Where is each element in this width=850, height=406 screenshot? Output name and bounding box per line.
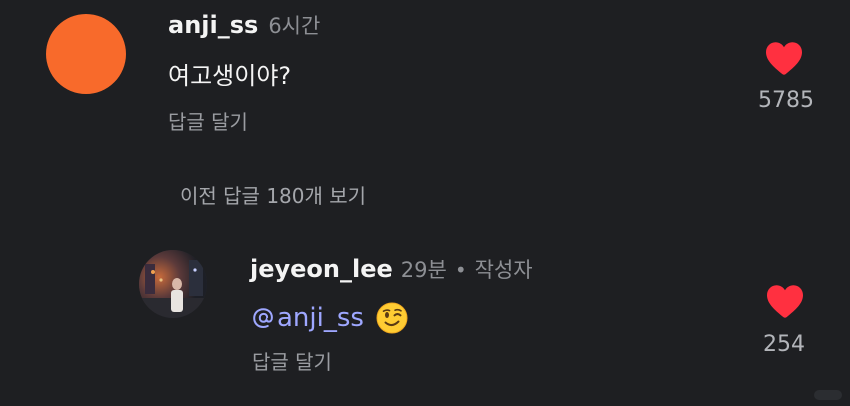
heart-icon[interactable] — [765, 283, 805, 319]
separator-dot: • — [454, 258, 467, 282]
author-badge: 작성자 — [474, 258, 533, 282]
threads-at-icon — [253, 308, 273, 328]
watermark — [814, 390, 842, 400]
view-previous-replies-button[interactable]: 이전 답글 180개 보기 — [180, 180, 366, 209]
avatar[interactable] — [139, 250, 207, 318]
comment-header: anji_ss 6시간 — [168, 10, 320, 40]
comment-timestamp: 6시간 — [268, 14, 321, 38]
reply-header: jeyeon_lee 29분 • 작성자 — [250, 254, 533, 284]
heart-icon[interactable] — [764, 40, 804, 76]
mention-username: anji_ss — [277, 303, 364, 333]
like-count: 254 — [763, 332, 805, 357]
comment-text: 여고생이야? — [168, 62, 292, 90]
reply-button[interactable]: 답글 달기 — [168, 106, 248, 135]
mention-link[interactable]: anji_ss — [252, 303, 364, 333]
reply-username[interactable]: jeyeon_lee — [250, 255, 393, 283]
like-count: 5785 — [758, 88, 814, 113]
comment-username[interactable]: anji_ss — [168, 11, 258, 39]
reply-text: anji_ss — [252, 302, 408, 334]
comments-thread: anji_ss 6시간 여고생이야? 답글 달기 5785 이전 답글 180개… — [0, 0, 850, 406]
winking-face-emoji-icon — [376, 302, 408, 334]
reply-button[interactable]: 답글 달기 — [252, 346, 332, 375]
reply-timestamp: 29분 — [400, 258, 447, 282]
avatar[interactable] — [46, 14, 126, 94]
avatar-photo-image — [139, 250, 207, 318]
